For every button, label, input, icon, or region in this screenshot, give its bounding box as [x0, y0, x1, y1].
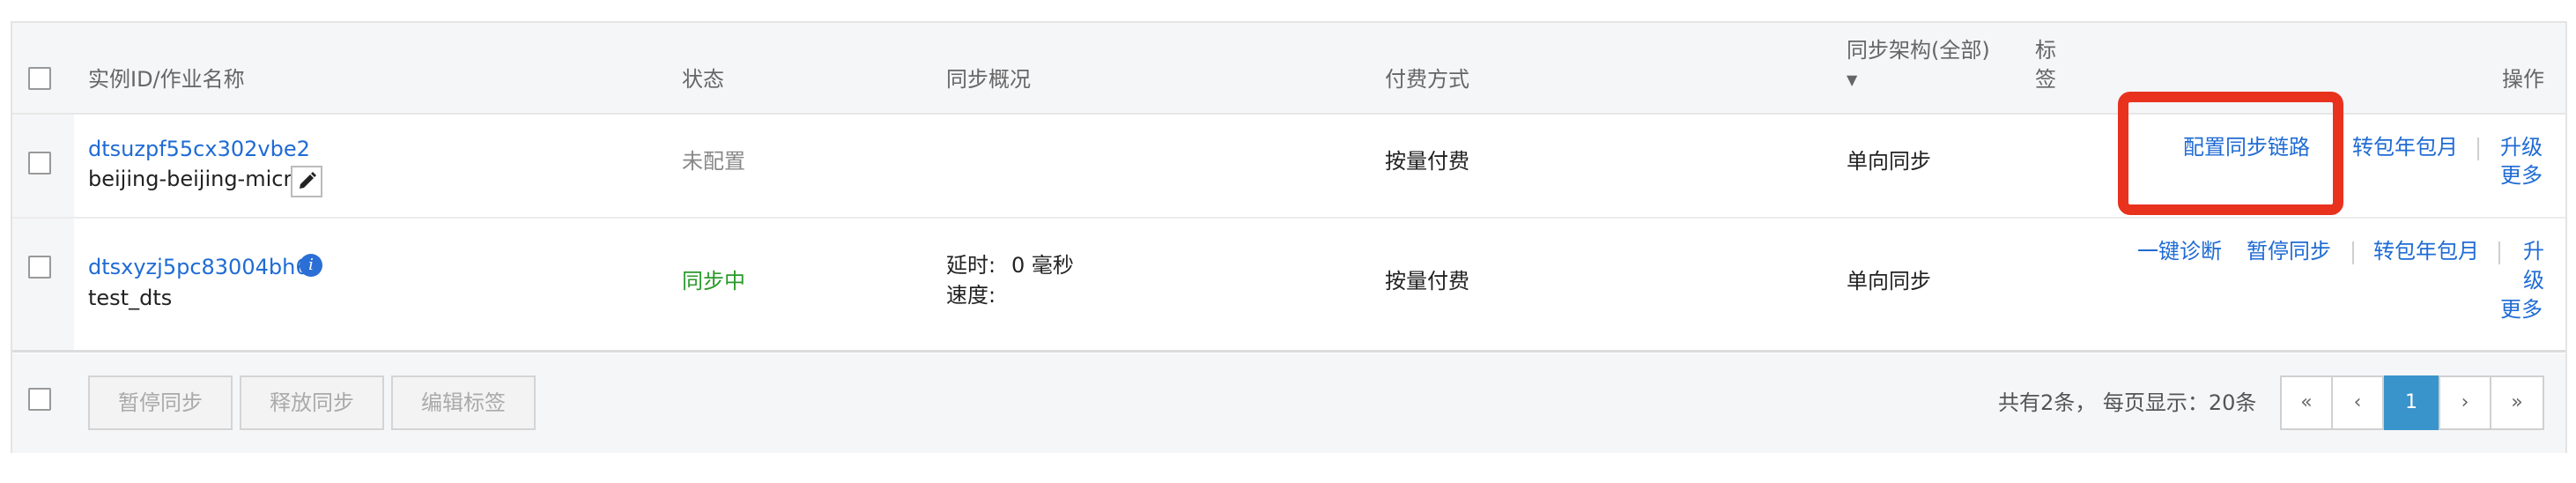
edit-tags-button[interactable]: 编辑标签: [391, 375, 536, 430]
convert-subscription-link[interactable]: 转包年包月: [2373, 238, 2479, 264]
column-tags-cont: 签: [2035, 67, 2056, 92]
last-page-button[interactable]: »: [2490, 375, 2544, 430]
delay-value: 0 毫秒: [1011, 253, 1074, 278]
billing-type: 按量付费: [1385, 149, 1469, 174]
row-checkbox[interactable]: [28, 256, 51, 279]
status-syncing: 同步中: [682, 269, 745, 294]
one-click-diagnose-link[interactable]: 一键诊断: [2137, 238, 2222, 264]
action-separator: [2477, 137, 2479, 160]
more-link[interactable]: 更多: [2500, 162, 2543, 189]
batch-pause-button[interactable]: 暂停同步: [88, 375, 233, 430]
pause-sync-link[interactable]: 暂停同步: [2247, 238, 2331, 264]
column-sync-overview: 同步概况: [946, 67, 1031, 92]
column-billing: 付费方式: [1385, 67, 1469, 92]
select-all-checkbox[interactable]: [28, 67, 51, 90]
info-icon[interactable]: i: [300, 254, 322, 277]
upgrade-link[interactable]: 升: [2523, 238, 2544, 264]
upgrade-link-cont[interactable]: 级: [2523, 267, 2544, 294]
instance-name: test_dts: [88, 286, 173, 310]
instance-name: beijing-beijing-micro: [88, 167, 305, 191]
edit-name-icon[interactable]: [291, 166, 322, 197]
status-not-configured: 未配置: [682, 149, 745, 174]
sync-architecture: 单向同步: [1847, 269, 1931, 294]
column-id-name: 实例ID/作业名称: [88, 67, 245, 92]
more-link[interactable]: 更多: [2500, 296, 2543, 323]
row-checkbox[interactable]: [28, 152, 51, 175]
column-sync-arch-filter[interactable]: 同步架构(全部): [1847, 37, 1990, 63]
billing-type: 按量付费: [1385, 269, 1469, 294]
prev-page-button[interactable]: ‹: [2331, 375, 2384, 430]
column-status: 状态: [682, 67, 724, 92]
pagination-summary: 共有2条， 每页显示：20条: [1998, 390, 2257, 415]
next-page-button[interactable]: ›: [2439, 375, 2491, 430]
action-separator: [2352, 242, 2354, 264]
filter-caret-icon[interactable]: ▼: [1847, 67, 1857, 93]
footer-select-all-checkbox[interactable]: [28, 388, 51, 411]
instance-id-link[interactable]: dtsxyzj5pc83004bh6: [88, 254, 309, 280]
highlight-box: [2118, 92, 2343, 215]
sync-architecture: 单向同步: [1847, 149, 1931, 174]
action-separator: [2498, 242, 2500, 264]
column-tags: 标: [2035, 38, 2056, 63]
speed-label: 速度:: [946, 283, 996, 308]
upgrade-link[interactable]: 升级: [2500, 134, 2543, 160]
page-1-button[interactable]: 1: [2384, 375, 2439, 430]
convert-subscription-link[interactable]: 转包年包月: [2352, 134, 2458, 160]
delay-label: 延时:: [946, 253, 996, 278]
first-page-button[interactable]: «: [2280, 375, 2333, 430]
batch-release-button[interactable]: 释放同步: [240, 375, 384, 430]
column-actions: 操作: [2502, 67, 2544, 92]
instance-id-link[interactable]: dtsuzpf55cx302vbe2: [88, 136, 310, 162]
